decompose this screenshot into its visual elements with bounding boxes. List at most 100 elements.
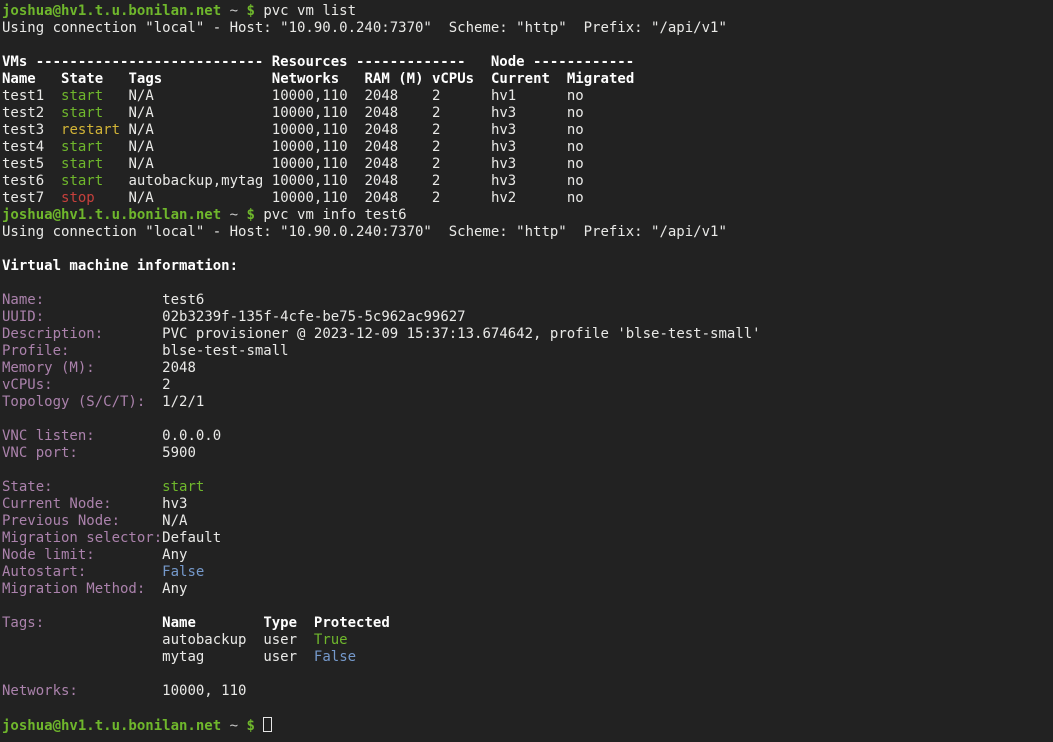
column-header-ram: RAM (M) [365, 71, 424, 87]
spacer [474, 71, 491, 87]
info-field-line: Memory (M): 2048 [2, 360, 1053, 377]
vm-row: test4 start N/A 10000,110 2048 2 hv3 no [2, 139, 1053, 156]
vm-tags: N/A [128, 88, 153, 104]
shell-prompt-line: joshua@hv1.t.u.bonilan.net ~ $ pvc vm li… [2, 3, 1053, 20]
info-field-line: VNC listen: 0.0.0.0 [2, 428, 1053, 445]
vm-name: test7 [2, 190, 44, 206]
spacer [44, 309, 162, 325]
vm-state: start [61, 105, 103, 121]
spacer [162, 71, 272, 87]
info-field-line: State: start [2, 479, 1053, 496]
spacer [255, 718, 263, 734]
info-field-line: UUID: 02b3239f-135f-4cfe-be75-5c962ac996… [2, 309, 1053, 326]
vm-current: hv1 [491, 88, 516, 104]
spacer [44, 190, 61, 206]
info-field-line: Migration Method: Any [2, 581, 1053, 598]
info-field-line: Migration selector:Default [2, 530, 1053, 547]
shell-prompt-line: joshua@hv1.t.u.bonilan.net ~ $ pvc vm in… [2, 207, 1053, 224]
spacer [398, 173, 432, 189]
table-section-header: Resources ------------- [263, 54, 465, 70]
vm-current: hv3 [491, 122, 516, 138]
vm-row: test5 start N/A 10000,110 2048 2 hv3 no [2, 156, 1053, 173]
vm-migrated: no [567, 122, 584, 138]
spacer [339, 71, 364, 87]
info-value: 1/2/1 [162, 394, 204, 410]
spacer [348, 173, 365, 189]
spacer [348, 122, 365, 138]
spacer [398, 105, 432, 121]
spacer [440, 122, 491, 138]
spacer [78, 445, 162, 461]
spacer [348, 190, 365, 206]
spacer [36, 71, 61, 87]
vm-networks: 10000,110 [272, 88, 348, 104]
column-header-networks: Networks [272, 71, 339, 87]
spacer [516, 173, 567, 189]
spacer [516, 122, 567, 138]
info-label: State: [2, 479, 53, 495]
vm-migrated: no [567, 156, 584, 172]
info-value: test6 [162, 292, 204, 308]
spacer [86, 564, 162, 580]
terminal-cursor[interactable] [263, 717, 272, 732]
info-value: 0.0.0.0 [162, 428, 221, 444]
vm-name: test5 [2, 156, 44, 172]
blank-line [2, 666, 1053, 683]
vm-networks: 10000,110 [272, 122, 348, 138]
vm-ram: 2048 [365, 105, 399, 121]
spacer [44, 173, 61, 189]
spacer [44, 292, 162, 308]
info-label: Migration selector: [2, 530, 162, 546]
vm-state: start [61, 139, 103, 155]
vm-networks: 10000,110 [272, 139, 348, 155]
spacer [154, 122, 272, 138]
info-label: Description: [2, 326, 103, 342]
vm-state: start [61, 88, 103, 104]
column-header-name: Name [2, 71, 36, 87]
spacer [112, 496, 163, 512]
info-value: start [162, 479, 204, 495]
table-section-header: Node ------------ [466, 54, 635, 70]
command-text: pvc vm info test6 [255, 207, 407, 223]
spacer [103, 71, 128, 87]
vm-ram: 2048 [364, 190, 398, 206]
vm-current: hv3 [491, 139, 516, 155]
blank-line [2, 700, 1053, 717]
tag-protected: True [314, 632, 348, 648]
blank-line [2, 275, 1053, 292]
info-field-line: Topology (S/C/T): 1/2/1 [2, 394, 1053, 411]
spacer [398, 122, 432, 138]
vm-migrated: no [567, 88, 584, 104]
terminal-screen[interactable]: joshua@hv1.t.u.bonilan.net ~ $ pvc vm li… [0, 0, 1053, 742]
vm-migrated: no [567, 173, 584, 189]
connection-info: Using connection "local" - Host: "10.90.… [2, 20, 727, 36]
spacer [154, 139, 272, 155]
vm-row: test1 start N/A 10000,110 2048 2 hv1 no [2, 88, 1053, 105]
info-value: Default [162, 530, 221, 546]
spacer [398, 190, 432, 206]
spacer [440, 88, 491, 104]
prompt-cwd: ~ [221, 3, 246, 19]
info-value: False [162, 564, 204, 580]
spacer [154, 105, 272, 121]
vm-migrated: no [567, 190, 584, 206]
prompt-user-host: joshua@hv1.t.u.bonilan.net [2, 3, 221, 19]
vm-name: test4 [2, 139, 44, 155]
spacer [204, 649, 263, 665]
spacer [196, 615, 263, 631]
prompt-user-host: joshua@hv1.t.u.bonilan.net [2, 207, 221, 223]
info-label: UUID: [2, 309, 44, 325]
spacer [69, 343, 162, 359]
blank-line [2, 411, 1053, 428]
info-label: VNC listen: [2, 428, 95, 444]
spacer [246, 632, 263, 648]
vm-tags: N/A [128, 122, 153, 138]
info-field-line: VNC port: 5900 [2, 445, 1053, 462]
blank-line [2, 462, 1053, 479]
spacer [154, 88, 272, 104]
spacer [95, 190, 129, 206]
info-field-line: Previous Node: N/A [2, 513, 1053, 530]
vm-networks: 10000,110 [272, 173, 348, 189]
info-value: Any [162, 547, 187, 563]
spacer [516, 139, 567, 155]
